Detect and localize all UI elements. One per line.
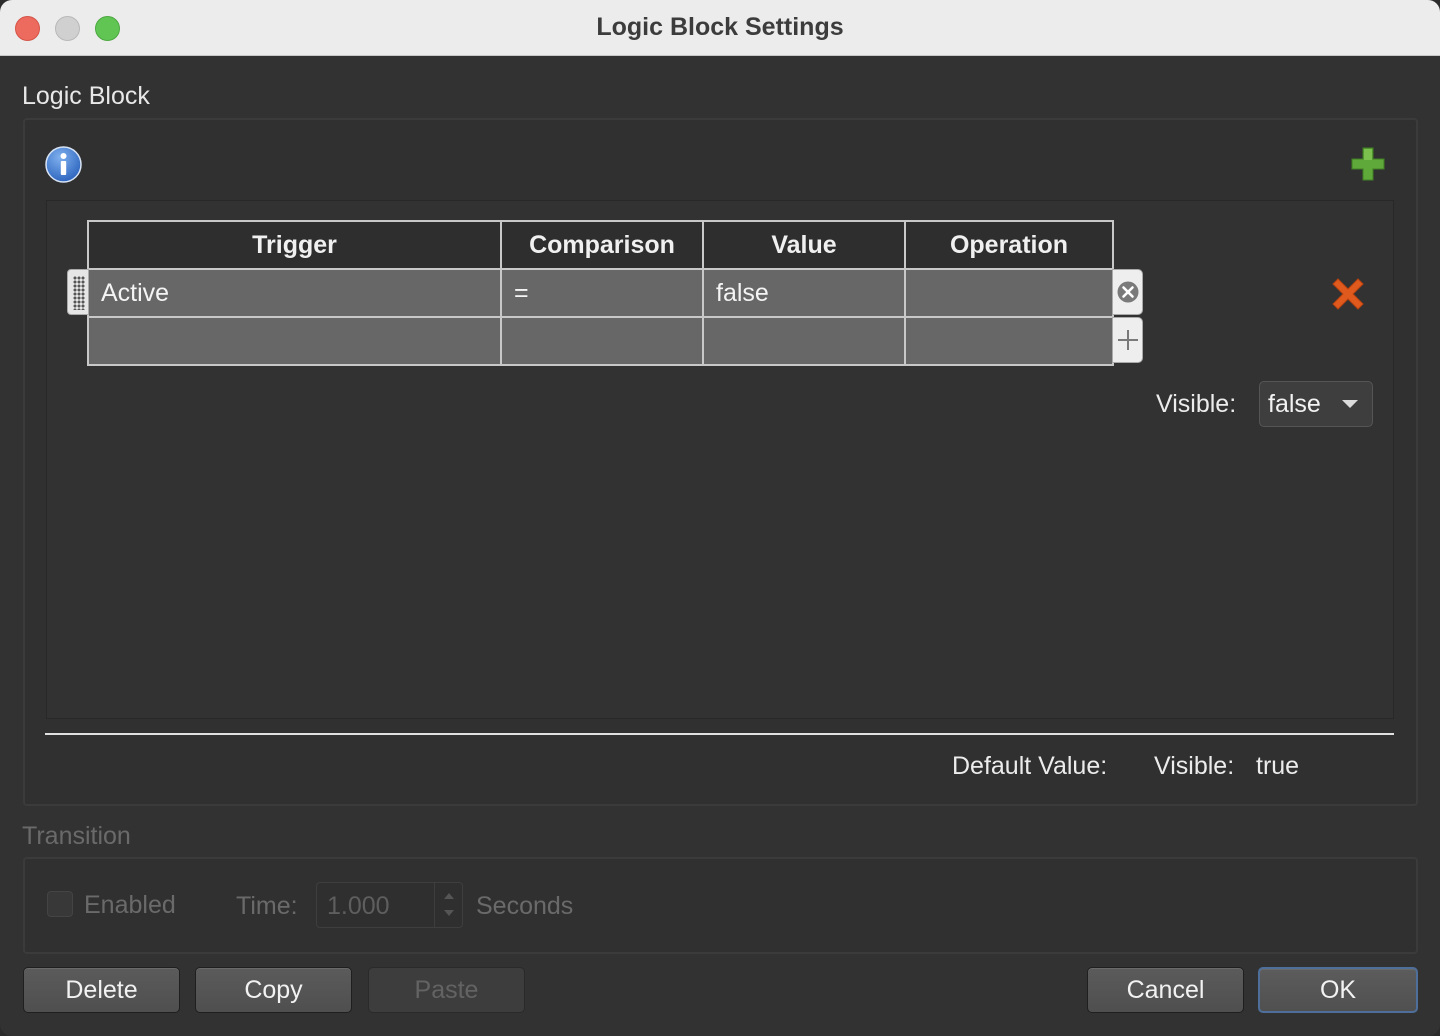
add-rule-plus-icon[interactable] <box>1350 146 1386 182</box>
default-visible-value: true <box>1256 752 1300 780</box>
default-value-label: Default Value: <box>952 752 1108 780</box>
comparison-cell[interactable] <box>500 316 704 366</box>
stepper-up-icon[interactable] <box>444 893 454 899</box>
column-header-operation[interactable]: Operation <box>904 220 1114 270</box>
column-header-trigger[interactable]: Trigger <box>87 220 502 270</box>
plus-icon <box>1117 330 1138 350</box>
transition-group <box>23 857 1418 954</box>
enabled-label: Enabled <box>84 891 176 919</box>
circle-x-icon <box>1117 281 1138 303</box>
ok-button[interactable]: OK <box>1258 967 1418 1013</box>
seconds-label: Seconds <box>476 892 574 920</box>
logic-table: Trigger Comparison Value Operation Activ… <box>87 220 1114 366</box>
column-header-value[interactable]: Value <box>702 220 906 270</box>
stepper-down-icon[interactable] <box>444 910 454 916</box>
cancel-button[interactable]: Cancel <box>1087 967 1244 1013</box>
transition-group-label: Transition <box>22 822 131 850</box>
value-cell[interactable]: false <box>702 268 906 318</box>
trigger-cell[interactable]: Active <box>87 268 502 318</box>
enabled-checkbox[interactable] <box>47 891 73 917</box>
operation-cell[interactable] <box>904 268 1114 318</box>
copy-button[interactable]: Copy <box>195 967 352 1013</box>
paste-button[interactable]: Paste <box>368 967 525 1013</box>
chevron-down-icon <box>1342 400 1358 408</box>
table-header-row: Trigger Comparison Value Operation <box>87 220 1114 270</box>
value-cell[interactable] <box>702 316 906 366</box>
trigger-cell[interactable] <box>87 316 502 366</box>
add-row-button[interactable] <box>1112 317 1143 363</box>
operation-cell[interactable] <box>904 316 1114 366</box>
table-row[interactable]: Active = false <box>87 268 1114 318</box>
visible-select-value: false <box>1268 389 1321 418</box>
divider <box>45 733 1394 735</box>
grip-icon <box>73 276 85 310</box>
delete-button[interactable]: Delete <box>23 967 180 1013</box>
window-title: Logic Block Settings <box>596 13 844 41</box>
table-row[interactable] <box>87 316 1114 366</box>
column-header-comparison[interactable]: Comparison <box>500 220 704 270</box>
visible-select[interactable]: false <box>1259 381 1373 427</box>
time-spinbox[interactable]: 1.000 <box>316 882 463 928</box>
row-drag-handle[interactable] <box>67 269 89 315</box>
info-icon[interactable] <box>45 146 82 183</box>
delete-rule-x-icon[interactable] <box>1329 275 1367 313</box>
remove-row-button[interactable] <box>1112 269 1143 315</box>
logic-block-settings-window: Logic Block Settings Logic Block Trigger… <box>0 0 1440 1036</box>
logic-block-group-label: Logic Block <box>22 82 150 110</box>
title-bar: Logic Block Settings <box>0 0 1440 56</box>
time-input[interactable]: 1.000 <box>327 892 390 921</box>
time-stepper[interactable] <box>434 883 462 927</box>
time-label: Time: <box>236 892 298 920</box>
default-visible-label: Visible: <box>1154 752 1235 780</box>
visible-label: Visible: <box>1156 390 1237 418</box>
comparison-cell[interactable]: = <box>500 268 704 318</box>
